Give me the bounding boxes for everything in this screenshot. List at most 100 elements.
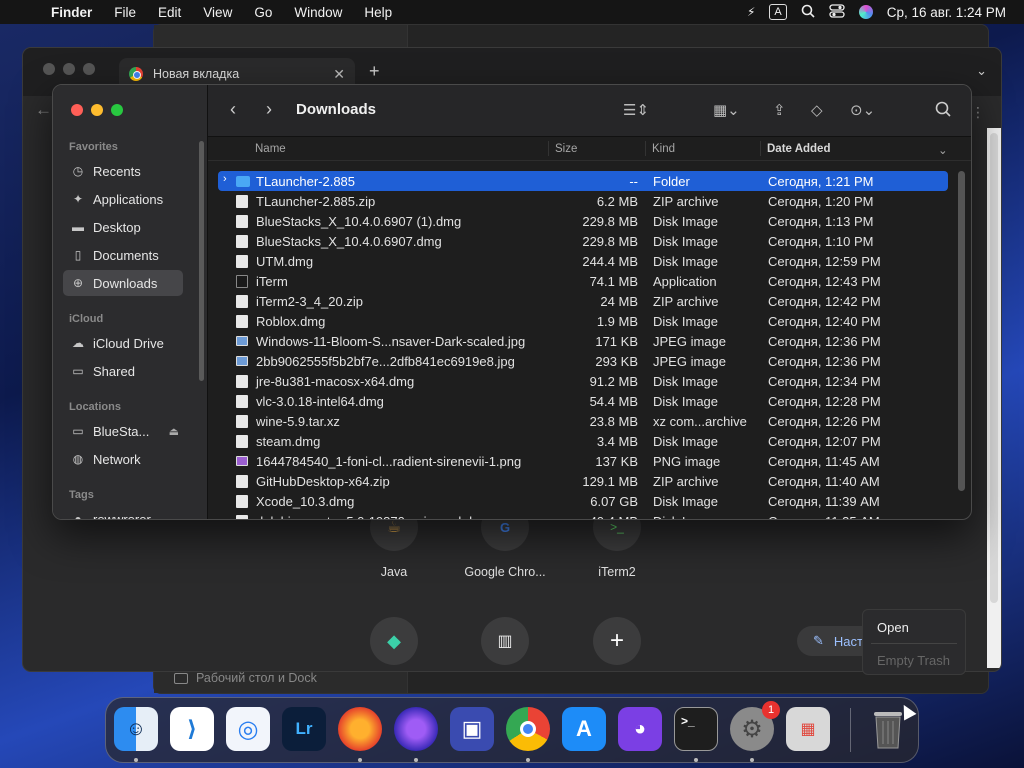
firefox-icon[interactable]	[338, 707, 382, 751]
column-size[interactable]: Size	[555, 143, 577, 155]
sidebar-item-shared[interactable]: ▭ Shared	[63, 358, 183, 384]
column-separator[interactable]	[760, 141, 761, 156]
menu-file[interactable]: File	[103, 5, 147, 20]
safari-icon[interactable]: ◎	[226, 707, 270, 751]
file-name: TLauncher-2.885.zip	[256, 194, 376, 209]
menu-app-name[interactable]: Finder	[40, 5, 103, 20]
shortcut-label: Google Chro...	[464, 565, 546, 579]
eject-icon[interactable]: ⏏	[169, 425, 179, 438]
add-shortcut-button[interactable]: +	[557, 617, 677, 665]
column-name[interactable]: Name	[255, 143, 286, 155]
sidebar-item-applications[interactable]: ✦ Applications	[63, 186, 183, 212]
new-tab-button[interactable]: +	[369, 61, 380, 82]
background-footer-item[interactable]: Рабочий стол и Dock	[174, 671, 317, 685]
finder-zoom-button[interactable]	[111, 104, 123, 116]
chrome-menu-icon[interactable]: ⋮	[971, 104, 985, 121]
menu-edit[interactable]: Edit	[147, 5, 192, 20]
column-separator[interactable]	[548, 141, 549, 156]
file-row[interactable]: › TLauncher-2.885 -- Folder Сегодня, 1:21 PM	[218, 171, 948, 191]
file-row[interactable]: dolphin-master-5.0-19870-universal.dmg 40…	[218, 511, 948, 519]
spotlight-search-icon[interactable]	[801, 4, 815, 21]
file-row[interactable]: 1644784540_1-foni-cl...radient-sirenevii…	[218, 451, 948, 471]
terminal-icon[interactable]: >_	[674, 707, 718, 751]
back-chevron-icon[interactable]: ‹	[230, 99, 236, 120]
file-row[interactable]: UTM.dmg 244.4 MB Disk Image Сегодня, 12:59 …	[218, 251, 948, 271]
finder-close-button[interactable]	[71, 104, 83, 116]
sidebar-item-icloud-drive[interactable]: ☁ iCloud Drive	[63, 330, 183, 356]
control-center-icon[interactable]	[829, 3, 845, 21]
launchpad-icon[interactable]: ▦	[786, 707, 830, 751]
file-list-scrollbar[interactable]	[958, 171, 965, 491]
finder-toolbar: ‹ › Downloads ☰⇕ ▦⌄ ⇪ ◇ ⊙⌄	[208, 85, 971, 137]
sidebar-item-network[interactable]: ◍ Network	[63, 446, 183, 472]
shortcut-web-store[interactable]: ▥	[445, 617, 565, 665]
finder-icon[interactable]: ☺	[114, 707, 158, 751]
file-name: Roblox.dmg	[256, 314, 326, 329]
file-row[interactable]: GitHubDesktop-x64.zip 129.1 MB ZIP archive…	[218, 471, 948, 491]
file-list: › TLauncher-2.885 -- Folder Сегодня, 1:21 PM…	[218, 171, 948, 519]
search-icon[interactable]	[935, 101, 951, 121]
forward-chevron-icon[interactable]: ›	[266, 99, 272, 120]
file-row[interactable]: BlueStacks_X_10.4.0.6907 (1).dmg 229.8 MB…	[218, 211, 948, 231]
tab-search-chevron-icon[interactable]: ⌄	[976, 63, 987, 79]
menu-view[interactable]: View	[192, 5, 243, 20]
finder-window: Favorites ◷ Recents ✦ Applications ▬ Deskto…	[52, 84, 972, 520]
file-row[interactable]: Xcode_10.3.dmg 6.07 GB Disk Image Сегодня, …	[218, 491, 948, 511]
column-date-added[interactable]: Date Added	[767, 143, 830, 155]
parallels-icon[interactable]: ▣	[450, 707, 494, 751]
window-zoom-button[interactable]	[83, 63, 95, 75]
file-row[interactable]: iTerm 74.1 MB Application Сегодня, 12:43 PM	[218, 271, 948, 291]
siri-icon[interactable]	[858, 5, 873, 19]
shortcut-app[interactable]: ◆	[334, 617, 454, 665]
bluetooth-off-icon[interactable]: ⚡	[747, 5, 755, 19]
menu-item-open[interactable]: Open	[877, 620, 909, 635]
sidebar-item-bluestacks-volume[interactable]: ▭ BlueSta... ⏏	[63, 418, 183, 444]
more-actions-icon[interactable]: ⊙⌄	[850, 101, 875, 119]
system-settings-icon[interactable]: ⚙ 1	[730, 701, 780, 751]
list-view-icon[interactable]: ☰⇕	[623, 101, 649, 119]
file-row[interactable]: iTerm2-3_4_20.zip 24 MB ZIP archive Сегодня…	[218, 291, 948, 311]
window-minimize-button[interactable]	[63, 63, 75, 75]
sort-chevron-icon[interactable]: ⌄	[938, 143, 948, 157]
menu-clock[interactable]: Ср, 16 авг. 1:24 PM	[887, 5, 1014, 20]
file-row[interactable]: BlueStacks_X_10.4.0.6907.dmg 229.8 MB Disk…	[218, 231, 948, 251]
tag-icon[interactable]: ◇	[811, 101, 823, 119]
group-by-icon[interactable]: ▦⌄	[713, 101, 740, 119]
file-row[interactable]: 2bb9062555f5b2bf7e...2dfb841ec6919e8.jpg…	[218, 351, 948, 371]
sidebar-item-desktop[interactable]: ▬ Desktop	[63, 214, 183, 240]
input-source-indicator[interactable]: A	[769, 4, 787, 20]
file-size: 91.2 MB	[589, 374, 638, 389]
running-indicator	[358, 758, 362, 762]
share-icon[interactable]: ⇪	[773, 101, 786, 119]
vscode-icon[interactable]: ⟩	[170, 707, 214, 751]
sidebar-item-downloads[interactable]: ⊕ Downloads	[63, 270, 183, 296]
sidebar-item-recents[interactable]: ◷ Recents	[63, 158, 183, 184]
finder-minimize-button[interactable]	[91, 104, 103, 116]
column-kind[interactable]: Kind	[652, 143, 675, 155]
file-row[interactable]: steam.dmg 3.4 MB Disk Image Сегодня, 12:07 …	[218, 431, 948, 451]
menu-help[interactable]: Help	[353, 5, 403, 20]
github-desktop-icon[interactable]: ◕	[618, 707, 662, 751]
menu-go[interactable]: Go	[243, 5, 283, 20]
file-row[interactable]: jre-8u381-macosx-x64.dmg 91.2 MB Disk Imag…	[218, 371, 948, 391]
chrome-dock-icon[interactable]	[506, 707, 550, 751]
window-close-button[interactable]	[43, 63, 55, 75]
column-separator[interactable]	[645, 141, 646, 156]
file-name: iTerm2-3_4_20.zip	[256, 294, 363, 309]
app-store-icon[interactable]: A	[562, 707, 606, 751]
sidebar-scrollbar[interactable]	[199, 141, 204, 381]
firefox-developer-icon[interactable]	[394, 707, 438, 751]
tab-close-icon[interactable]: ✕	[333, 66, 345, 83]
sidebar-item-tag[interactable]: ● rewwrerer	[63, 506, 183, 520]
file-row[interactable]: vlc-3.0.18-intel64.dmg 54.4 MB Disk Image С…	[218, 391, 948, 411]
file-row[interactable]: Roblox.dmg 1.9 MB Disk Image Сегодня, 12:40…	[218, 311, 948, 331]
lightroom-icon[interactable]: Lr	[282, 707, 326, 751]
page-scrollbar[interactable]	[990, 133, 998, 603]
file-row[interactable]: wine-5.9.tar.xz 23.8 MB xz com...archive Се…	[218, 411, 948, 431]
file-row[interactable]: TLauncher-2.885.zip 6.2 MB ZIP archive Сего…	[218, 191, 948, 211]
back-arrow-icon[interactable]: ←	[35, 100, 52, 120]
sidebar-item-documents[interactable]: ▯ Documents	[63, 242, 183, 268]
menu-window[interactable]: Window	[283, 5, 353, 20]
file-row[interactable]: Windows-11-Bloom-S...nsaver-Dark-scaled.…	[218, 331, 948, 351]
disclosure-chevron-icon[interactable]: ›	[223, 173, 227, 185]
